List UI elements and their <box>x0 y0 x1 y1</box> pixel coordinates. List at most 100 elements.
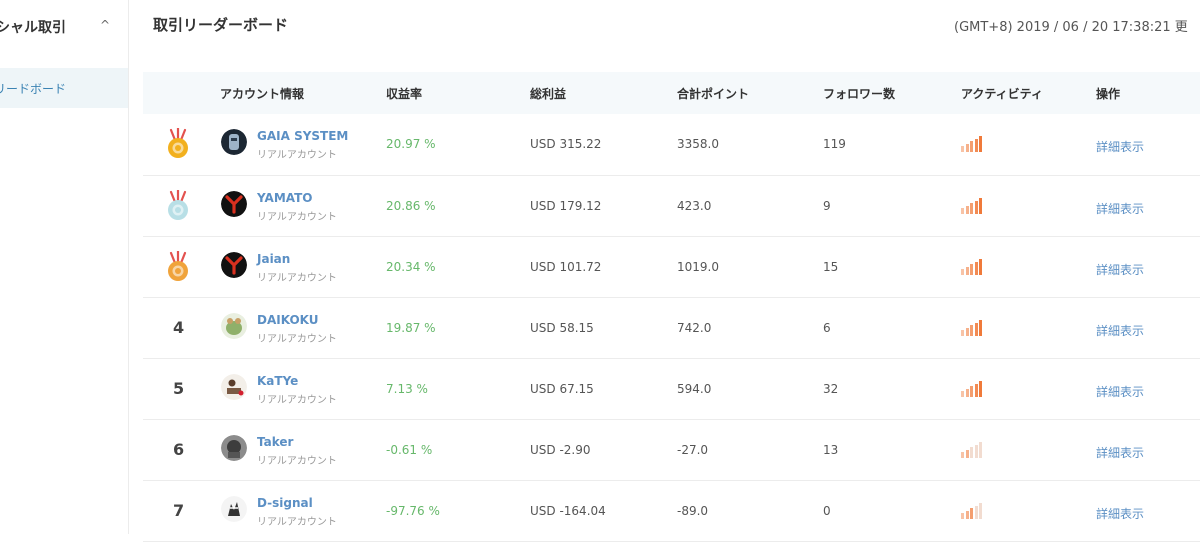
account-type: リアルアカウント <box>257 273 337 284</box>
activity-bar <box>970 447 973 458</box>
return-rate: 20.97 % <box>386 137 436 151</box>
view-details-link[interactable]: 詳細表示 <box>1096 200 1144 217</box>
return-rate: 19.87 % <box>386 321 436 335</box>
account-type: リアルアカウント <box>257 456 337 467</box>
account-type: リアルアカウント <box>257 517 337 528</box>
table-row: 7 D-signal リアルアカウント -97.76 % USD -164.04 -89.… <box>143 481 1200 542</box>
account-name-link[interactable]: YAMATO <box>257 191 313 205</box>
total-points: -27.0 <box>677 443 709 457</box>
total-profit: USD 67.15 <box>530 382 594 396</box>
account-name-link[interactable]: D-signal <box>257 496 313 510</box>
avatar[interactable] <box>221 496 247 522</box>
view-details-link[interactable]: 詳細表示 <box>1096 322 1144 339</box>
header-account-info: アカウント情報 <box>220 87 305 101</box>
follower-count: 119 <box>823 137 846 151</box>
total-points: -89.0 <box>677 504 709 518</box>
account-type: リアルアカウント <box>257 334 337 345</box>
view-details-link[interactable]: 詳細表示 <box>1096 383 1144 400</box>
sidebar-section-label: シャル取引 <box>0 20 66 36</box>
table-row: GAIA SYSTEM リアルアカウント 20.97 % USD 315.22 3358… <box>143 114 1200 176</box>
gold-medal-icon <box>165 126 191 160</box>
table-row: 4 DAIKOKU リアルアカウント 19.87 % USD 58.15 742.0 6 詳細… <box>143 298 1200 359</box>
activity-bar <box>979 136 982 152</box>
total-profit: USD -2.90 <box>530 443 591 457</box>
return-rate: 20.34 % <box>386 260 436 274</box>
activity-bars-icon <box>961 381 989 397</box>
activity-bar <box>961 208 964 214</box>
activity-bar <box>965 510 969 519</box>
activity-bar <box>974 505 978 519</box>
follower-count: 32 <box>823 382 839 396</box>
account-type: リアルアカウント <box>257 150 337 161</box>
view-details-link[interactable]: 詳細表示 <box>1096 505 1144 522</box>
activity-bar <box>970 325 973 336</box>
activity-bar <box>961 391 964 397</box>
silver-medal-icon <box>165 188 191 222</box>
chevron-up-icon[interactable]: ^ <box>100 18 110 32</box>
view-details-link[interactable]: 詳細表示 <box>1096 138 1144 155</box>
rank-number: 7 <box>173 501 185 520</box>
table-row: Jaian リアルアカウント 20.34 % USD 101.72 1019.0 15 詳細… <box>143 237 1200 298</box>
return-rate: 20.86 % <box>386 199 436 213</box>
activity-bar <box>979 320 982 336</box>
activity-bars-icon <box>961 259 989 275</box>
table-row: 5 KaTYe リアルアカウント 7.13 % USD 67.15 594.0 32 詳細表示 <box>143 359 1200 420</box>
follower-count: 6 <box>823 321 831 335</box>
account-type: リアルアカウント <box>257 395 337 406</box>
view-details-link[interactable]: 詳細表示 <box>1096 261 1144 278</box>
activity-bar <box>965 449 969 458</box>
header-operation: 操作 <box>1096 87 1121 101</box>
account-name-link[interactable]: KaTYe <box>257 374 298 388</box>
avatar[interactable] <box>221 313 247 339</box>
account-type: リアルアカウント <box>257 212 337 223</box>
activity-bar <box>974 444 978 458</box>
avatar[interactable] <box>221 129 247 155</box>
total-points: 594.0 <box>677 382 712 396</box>
page-title: 取引リーダーボード <box>153 16 289 34</box>
bronze-medal-icon <box>165 249 191 283</box>
follower-count: 9 <box>823 199 831 213</box>
avatar[interactable] <box>221 435 247 461</box>
total-profit: USD 58.15 <box>530 321 594 335</box>
activity-bar <box>979 381 982 397</box>
sidebar: シャル取引 ^ リードボード <box>0 0 129 534</box>
activity-bars-icon <box>961 198 989 214</box>
account-name-link[interactable]: Jaian <box>257 252 290 266</box>
total-profit: USD 101.72 <box>530 260 602 274</box>
header-activity: アクティビティ <box>961 87 1043 101</box>
activity-bar <box>970 386 973 397</box>
rank-number: 4 <box>173 318 185 337</box>
return-rate: -0.61 % <box>386 443 433 457</box>
account-name-link[interactable]: GAIA SYSTEM <box>257 129 348 143</box>
table-row: YAMATO リアルアカウント 20.86 % USD 179.12 423.0 9 詳細表… <box>143 176 1200 237</box>
activity-bar <box>965 388 969 397</box>
sidebar-section-header[interactable]: シャル取引 ^ <box>0 14 128 44</box>
sidebar-item-label: リードボード <box>0 82 67 96</box>
activity-bar <box>974 138 978 152</box>
total-points: 423.0 <box>677 199 712 213</box>
total-profit: USD 179.12 <box>530 199 602 213</box>
update-timestamp: (GMT+8) 2019 / 06 / 20 17:38:21 更 <box>954 20 1188 35</box>
leaderboard-table: アカウント情報 収益率 総利益 合計ポイント フォロワー数 アクティビティ 操作… <box>143 72 1200 542</box>
avatar[interactable] <box>221 191 247 217</box>
sidebar-item-leaderboard[interactable]: リードボード <box>0 68 128 108</box>
account-name-link[interactable]: Taker <box>257 435 293 449</box>
account-name-link[interactable]: DAIKOKU <box>257 313 319 327</box>
activity-bar <box>961 513 964 519</box>
activity-bar <box>974 383 978 397</box>
total-points: 742.0 <box>677 321 712 335</box>
activity-bar <box>974 200 978 214</box>
avatar[interactable] <box>221 374 247 400</box>
activity-bar <box>961 452 964 458</box>
activity-bar <box>974 322 978 336</box>
view-details-link[interactable]: 詳細表示 <box>1096 444 1144 461</box>
table-row: 6 Taker リアルアカウント -0.61 % USD -2.90 -27.0 13 詳細表… <box>143 420 1200 481</box>
header-total-points: 合計ポイント <box>677 87 750 101</box>
table-header: アカウント情報 収益率 総利益 合計ポイント フォロワー数 アクティビティ 操作 <box>143 72 1200 114</box>
activity-bar <box>965 143 969 152</box>
avatar[interactable] <box>221 252 247 278</box>
activity-bars-icon <box>961 136 989 152</box>
follower-count: 15 <box>823 260 839 274</box>
total-profit: USD -164.04 <box>530 504 606 518</box>
total-points: 1019.0 <box>677 260 719 274</box>
